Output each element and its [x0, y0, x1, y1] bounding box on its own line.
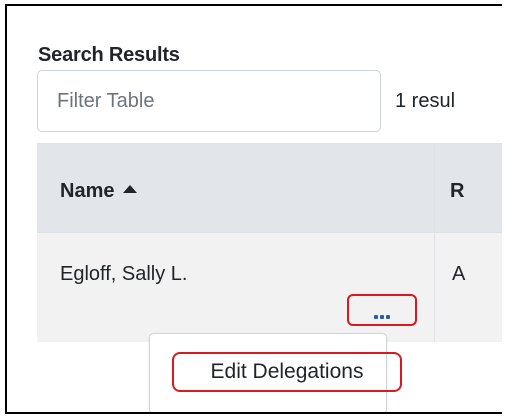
result-count: 1 resul — [395, 90, 456, 112]
row-actions-button[interactable] — [347, 294, 417, 326]
ellipsis-icon — [374, 315, 390, 319]
section-title: Search Results — [38, 44, 180, 66]
edit-delegations-menu-item[interactable]: Edit Delegations — [172, 352, 402, 392]
column-header-name-label: Name — [60, 180, 115, 202]
table-header: Name R — [37, 143, 502, 232]
search-results-table: Name R Egloff, Sally L. A — [37, 143, 502, 343]
results-panel: Search Results 1 resul Name R Egloff, Sa… — [5, 4, 502, 414]
column-divider — [434, 143, 435, 342]
caret-up-icon — [123, 184, 138, 193]
column-header-next[interactable]: R — [450, 180, 464, 203]
cell-next: A — [452, 263, 466, 285]
filter-table-input[interactable] — [37, 70, 381, 132]
row-actions-menu: Edit Delegations — [149, 333, 402, 412]
column-header-name[interactable]: Name — [60, 180, 138, 203]
cell-name: Egloff, Sally L. — [60, 263, 188, 285]
table-row: Egloff, Sally L. A — [37, 232, 502, 342]
